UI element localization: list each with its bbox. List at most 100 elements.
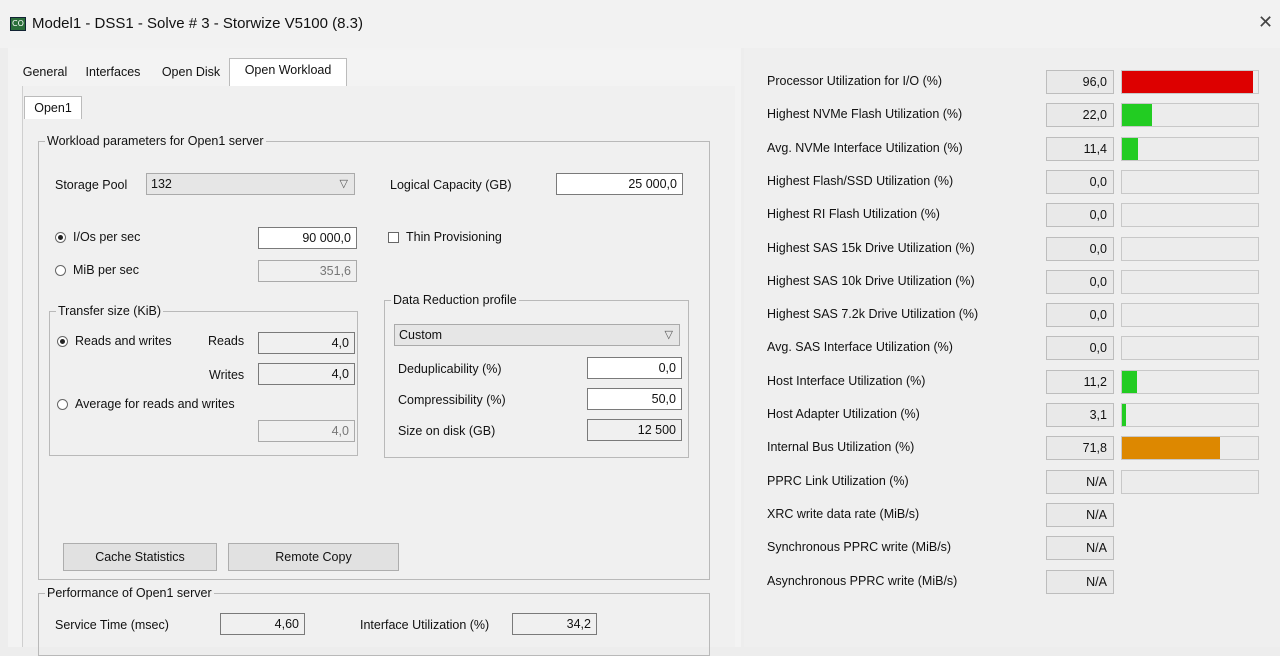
metric-label: Processor Utilization for I/O (%)	[767, 74, 943, 88]
size-on-disk-field: 12 500	[587, 419, 682, 441]
metric-bar-fill	[1122, 104, 1152, 126]
ios-per-sec-field[interactable]: 90 000,0	[258, 227, 357, 249]
reduction-profile-select[interactable]: Custom ▽	[394, 324, 680, 346]
metric-bar-fill	[1122, 437, 1220, 459]
average-field: 4,0	[258, 420, 355, 442]
metric-bar	[1121, 237, 1259, 261]
metric-value: 0,0	[1046, 203, 1114, 227]
metric-label: Highest SAS 15k Drive Utilization (%)	[767, 241, 975, 255]
tab-open-workload[interactable]: Open Workload	[229, 58, 347, 86]
metric-label: Highest SAS 10k Drive Utilization (%)	[767, 274, 975, 288]
reads-and-writes-radio[interactable]	[57, 336, 68, 347]
metric-value: 0,0	[1046, 270, 1114, 294]
workload-legend: Workload parameters for Open1 server	[47, 134, 264, 148]
writes-label: Writes	[209, 368, 245, 382]
metric-bar	[1121, 403, 1259, 427]
metric-label: Highest Flash/SSD Utilization (%)	[767, 174, 954, 188]
mib-per-sec-label: MiB per sec	[73, 263, 139, 277]
metric-value: 96,0	[1046, 70, 1114, 94]
metric-bar	[1121, 170, 1259, 194]
metric-value: 71,8	[1046, 436, 1114, 460]
metric-bar	[1121, 303, 1259, 327]
window-title: Model1 - DSS1 - Solve # 3 - Storwize V51…	[32, 15, 363, 32]
metric-label: Host Interface Utilization (%)	[767, 374, 926, 388]
average-radio[interactable]	[57, 399, 68, 410]
service-time-label: Service Time (msec)	[55, 618, 169, 632]
remote-copy-button[interactable]: Remote Copy	[228, 543, 399, 571]
metric-value: 11,4	[1046, 137, 1114, 161]
mib-per-sec-field: 351,6	[258, 260, 357, 282]
thin-provisioning-label: Thin Provisioning	[406, 230, 502, 244]
metric-bar	[1121, 203, 1259, 227]
metric-value: 0,0	[1046, 170, 1114, 194]
metric-label: Highest SAS 7.2k Drive Utilization (%)	[767, 307, 979, 321]
logical-capacity-field[interactable]: 25 000,0	[556, 173, 683, 195]
performance-legend: Performance of Open1 server	[47, 586, 212, 600]
service-time-field: 4,60	[220, 613, 305, 635]
average-label: Average for reads and writes	[75, 397, 235, 411]
metric-bar-fill	[1122, 71, 1253, 93]
metric-bar	[1121, 137, 1259, 161]
metric-label: Asynchronous PPRC write (MiB/s)	[767, 574, 958, 588]
deduplicability-field[interactable]: 0,0	[587, 357, 682, 379]
metric-value: N/A	[1046, 503, 1114, 527]
cache-statistics-button[interactable]: Cache Statistics	[63, 543, 217, 571]
close-icon[interactable]: ✕	[1258, 12, 1273, 33]
metric-bar	[1121, 370, 1259, 394]
ios-per-sec-label: I/Os per sec	[73, 230, 141, 244]
deduplicability-label: Deduplicability (%)	[398, 362, 502, 376]
metric-bar	[1121, 270, 1259, 294]
compressibility-field[interactable]: 50,0	[587, 388, 682, 410]
metric-value: 0,0	[1046, 336, 1114, 360]
metric-label: XRC write data rate (MiB/s)	[767, 507, 920, 521]
interface-utilization-label: Interface Utilization (%)	[360, 618, 490, 632]
metric-label: Host Adapter Utilization (%)	[767, 407, 920, 421]
ios-per-sec-radio[interactable]	[55, 232, 66, 243]
writes-field[interactable]: 4,0	[258, 363, 355, 385]
transfer-size-legend: Transfer size (KiB)	[58, 304, 162, 318]
metric-value: N/A	[1046, 536, 1114, 560]
metric-bar	[1121, 436, 1259, 460]
metric-value: 3,1	[1046, 403, 1114, 427]
metric-label: Highest RI Flash Utilization (%)	[767, 207, 940, 221]
logical-capacity-label: Logical Capacity (GB)	[390, 178, 512, 192]
metric-bar	[1121, 336, 1259, 360]
reads-field[interactable]: 4,0	[258, 332, 355, 354]
mib-per-sec-radio[interactable]	[55, 265, 66, 276]
storage-pool-value: 132	[151, 177, 172, 191]
metric-value: 0,0	[1046, 303, 1114, 327]
compressibility-label: Compressibility (%)	[398, 393, 506, 407]
metric-label: Avg. NVMe Interface Utilization (%)	[767, 141, 963, 155]
interface-utilization-field: 34,2	[512, 613, 597, 635]
reduction-profile-value: Custom	[399, 328, 443, 342]
metric-label: Internal Bus Utilization (%)	[767, 440, 915, 454]
reads-label: Reads	[208, 334, 245, 348]
metric-bar-fill	[1122, 404, 1127, 426]
metric-bar	[1121, 470, 1259, 494]
metric-bar	[1121, 70, 1259, 94]
subtab-open1[interactable]: Open1	[24, 96, 82, 119]
thin-provisioning-checkbox[interactable]	[388, 232, 399, 243]
tab-open-disk[interactable]: Open Disk	[153, 61, 229, 83]
metric-label: Highest NVMe Flash Utilization (%)	[767, 107, 963, 121]
metric-bar-fill	[1122, 371, 1138, 393]
tab-general[interactable]: General	[17, 61, 73, 83]
storage-pool-select[interactable]: 132 ▽	[146, 173, 355, 195]
metric-value: N/A	[1046, 570, 1114, 594]
reads-and-writes-label: Reads and writes	[75, 334, 172, 348]
metric-value: 11,2	[1046, 370, 1114, 394]
metric-value: N/A	[1046, 470, 1114, 494]
chevron-down-icon: ▽	[664, 329, 673, 341]
metric-value: 0,0	[1046, 237, 1114, 261]
metric-bar	[1121, 103, 1259, 127]
metric-bar-fill	[1122, 138, 1138, 160]
tab-interfaces[interactable]: Interfaces	[79, 61, 147, 83]
size-on-disk-label: Size on disk (GB)	[398, 424, 496, 438]
app-icon: CO	[10, 17, 26, 31]
storage-pool-label: Storage Pool	[55, 178, 128, 192]
data-reduction-legend: Data Reduction profile	[393, 293, 517, 307]
chevron-down-icon: ▽	[339, 178, 348, 190]
metric-label: Synchronous PPRC write (MiB/s)	[767, 540, 952, 554]
metric-value: 22,0	[1046, 103, 1114, 127]
metric-label: PPRC Link Utilization (%)	[767, 474, 909, 488]
